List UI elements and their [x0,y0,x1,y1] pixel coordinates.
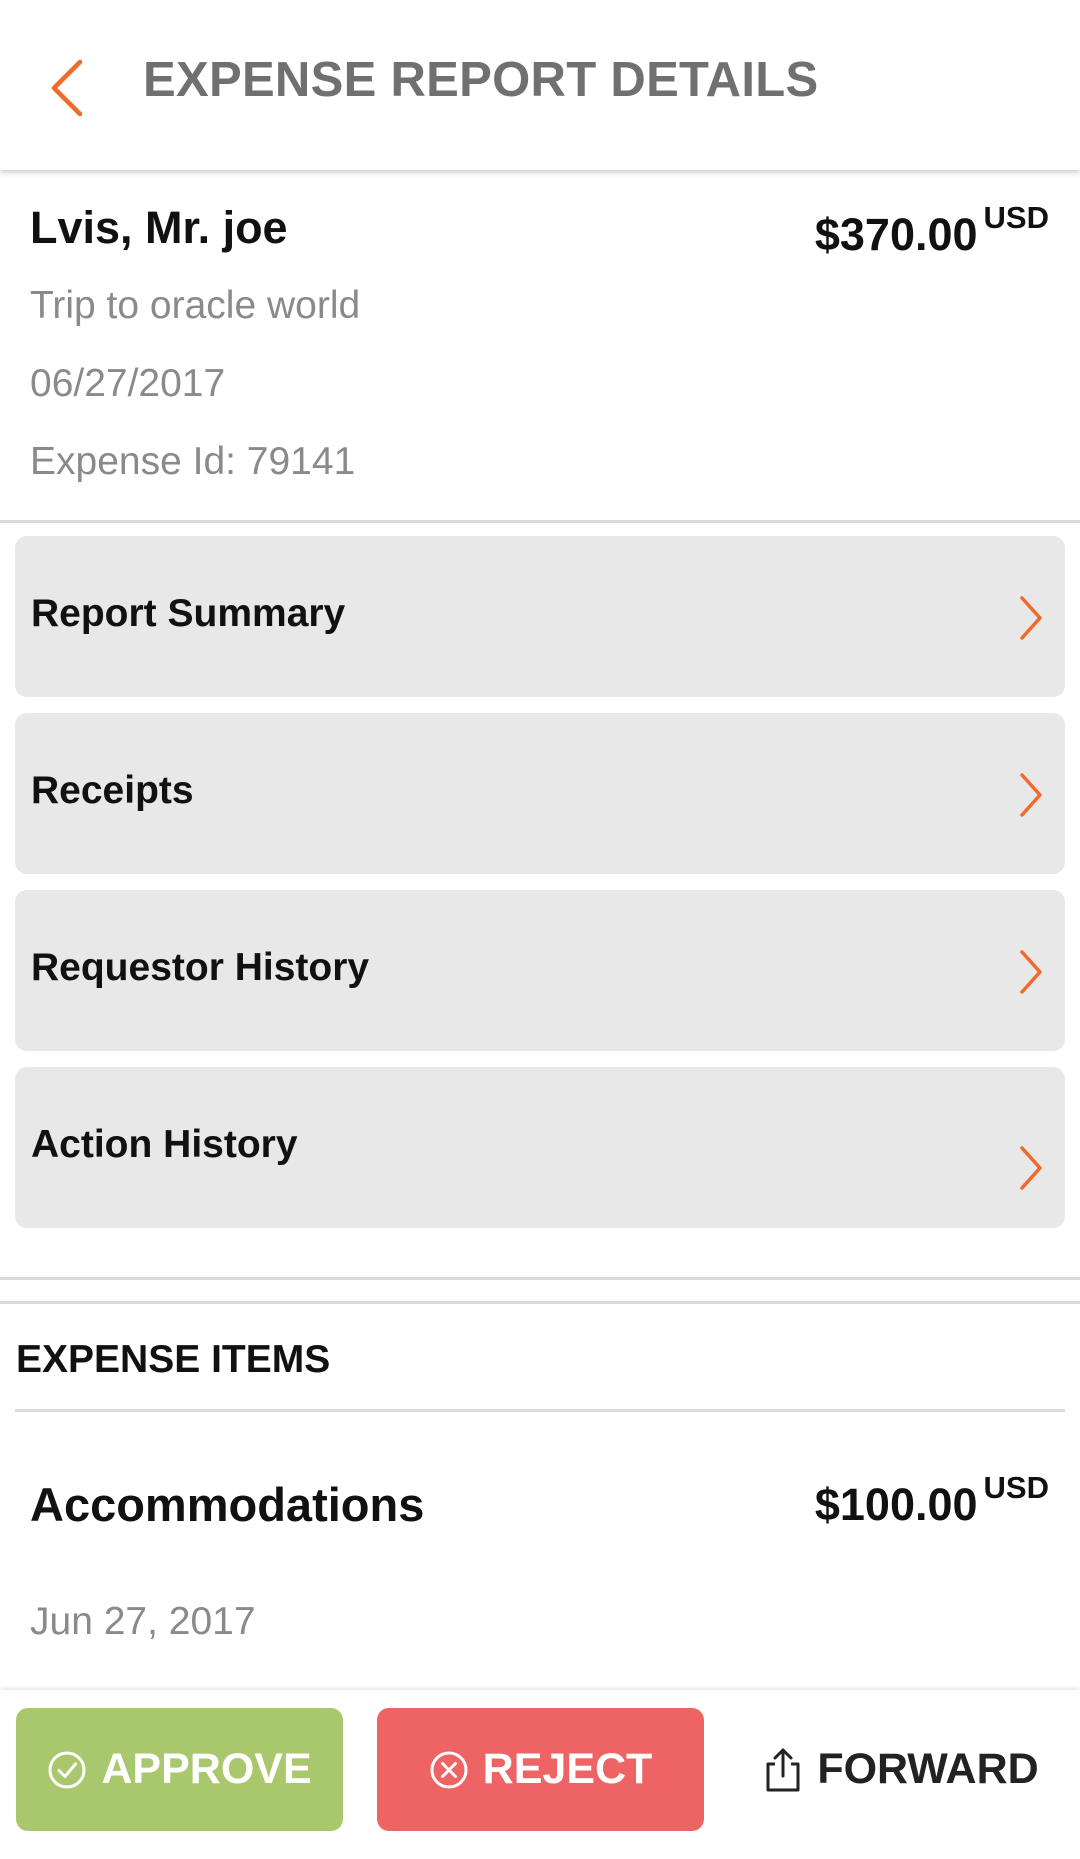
back-button[interactable] [40,48,100,128]
nav-receipts[interactable]: Receipts [15,713,1065,874]
expense-id: Expense Id: 79141 [30,440,356,483]
nav-label: Report Summary [31,592,346,635]
divider [0,1301,1080,1304]
approve-button[interactable]: APPROVE [16,1708,343,1831]
approve-label: APPROVE [101,1745,312,1793]
nav-report-summary[interactable]: Report Summary [15,536,1065,697]
forward-label: FORWARD [817,1745,1039,1793]
expense-item-date: Jun 27, 2017 [30,1600,256,1643]
nav-label: Receipts [31,769,194,812]
chevron-right-icon [1020,596,1042,640]
report-summary-card: Lvis, Mr. joe $370.00 USD Trip to oracle … [0,172,1080,522]
forward-button[interactable]: FORWARD [738,1708,1064,1831]
chevron-left-icon [51,59,83,117]
chevron-right-icon [1020,1146,1042,1190]
chevron-right-icon [1020,950,1042,994]
expense-item-currency: USD [983,1470,1049,1505]
report-purpose: Trip to oracle world [30,284,361,327]
nav-label: Requestor History [31,946,370,989]
report-total: $370.00 USD [815,200,1049,261]
divider [0,1277,1080,1280]
requestor-name: Lvis, Mr. joe [30,202,288,253]
page-title: EXPENSE REPORT DETAILS [143,53,819,107]
action-bar: APPROVE REJECT FORWARD [0,1690,1080,1859]
expense-items-title: EXPENSE ITEMS [16,1338,331,1381]
reject-label: REJECT [482,1745,653,1793]
report-date: 06/27/2017 [30,362,226,405]
report-currency: USD [983,200,1049,235]
nav-requestor-history[interactable]: Requestor History [15,890,1065,1051]
nav-action-history[interactable]: Action History [15,1067,1065,1228]
chevron-right-icon [1020,773,1042,817]
expense-item-total: $100.00 USD [815,1470,1049,1531]
expense-item[interactable]: Accommodations $100.00 USD Jun 27, 2017 [0,1412,1080,1687]
close-circle-icon [430,1751,468,1788]
app-header: EXPENSE REPORT DETAILS [0,0,1080,170]
expense-item-amount: $100.00 [814,1479,978,1530]
share-icon [766,1748,800,1791]
divider [0,520,1080,523]
expense-item-name: Accommodations [30,1478,425,1531]
nav-label: Action History [31,1123,298,1166]
reject-button[interactable]: REJECT [377,1708,704,1831]
report-amount: $370.00 [814,209,978,260]
check-circle-icon [48,1751,86,1788]
